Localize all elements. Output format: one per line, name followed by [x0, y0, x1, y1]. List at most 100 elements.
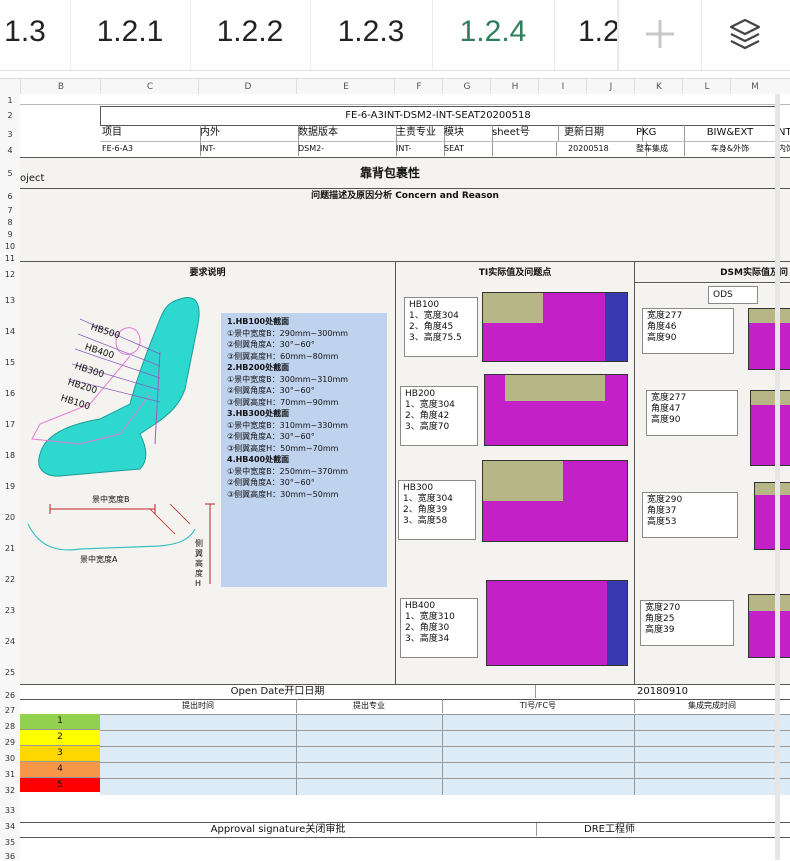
header-sheet[interactable]: sheet号 — [490, 125, 559, 141]
row-number[interactable]: 8 — [0, 218, 20, 227]
header-pkg[interactable]: PKG — [634, 125, 685, 141]
tab-1-2-1[interactable]: 1.2.1 — [70, 0, 191, 70]
row-number[interactable]: 20 — [0, 513, 20, 522]
value-biw-ext[interactable]: 车身&外饰 — [682, 142, 779, 156]
col-header[interactable]: H — [490, 79, 539, 95]
value-module[interactable]: SEAT — [442, 142, 493, 156]
row-number[interactable]: 5 — [0, 169, 20, 178]
header-inout[interactable]: 内外 — [198, 125, 299, 141]
level-cell-5[interactable]: 5 — [20, 778, 100, 792]
row-number[interactable]: 25 — [0, 668, 20, 677]
header-update-date[interactable]: 更新日期 — [556, 125, 643, 141]
doc-code[interactable]: FE-6-A3INT-DSM2-INT-SEAT20200518 — [100, 106, 776, 126]
tab-1-2-partial[interactable]: 1.2 — [554, 0, 618, 70]
row-number[interactable]: 9 — [0, 230, 20, 239]
tracking-table-body[interactable] — [100, 714, 790, 795]
row-number[interactable]: 22 — [0, 575, 20, 584]
dsm-box-2[interactable]: 宽度277 角度47 高度90 — [646, 390, 738, 436]
row-number[interactable]: 21 — [0, 544, 20, 553]
row-number[interactable]: 4 — [0, 146, 20, 155]
value-project[interactable]: FE-6-A3 — [100, 142, 201, 156]
ti-box-hb200[interactable]: HB200 1、宽度304 2、角度42 3、高度70 — [400, 386, 478, 446]
row-number[interactable]: 35 — [0, 838, 20, 847]
col-ti[interactable]: TI实际值及问题点 — [396, 261, 635, 285]
tab-1-3[interactable]: 1.3 — [0, 0, 71, 70]
col-header[interactable]: B — [20, 79, 101, 95]
table-header[interactable]: TI号/FC号 — [442, 699, 635, 713]
row-number[interactable]: 28 — [0, 722, 20, 731]
spreadsheet-grid[interactable]: FE-6-A3INT-DSM2-INT-SEAT20200518 项目 内外 数… — [20, 94, 790, 860]
row-number[interactable]: 19 — [0, 482, 20, 491]
header-module[interactable]: 模块 — [442, 125, 493, 141]
row-number[interactable]: 27 — [0, 706, 20, 715]
col-header[interactable]: K — [634, 79, 683, 95]
row-number[interactable]: 1 — [0, 96, 20, 105]
col-header[interactable]: E — [296, 79, 395, 95]
select-all-corner[interactable] — [0, 79, 20, 95]
row-number[interactable]: 6 — [0, 192, 20, 201]
requirements-box[interactable]: 1.HB100处截面 ①景中宽度B：290mm~300mm ②侧翼角度A：30°… — [221, 313, 387, 587]
value-inout[interactable]: INT- — [198, 142, 299, 156]
tab-1-2-2[interactable]: 1.2.2 — [190, 0, 311, 70]
table-header[interactable]: 提出专业 — [296, 699, 443, 713]
row-number[interactable]: 14 — [0, 327, 20, 336]
level-cell-1[interactable]: 1 — [20, 714, 100, 730]
dsm-box-3[interactable]: 宽度290 角度37 高度53 — [642, 492, 738, 538]
row-number[interactable]: 23 — [0, 606, 20, 615]
row-number[interactable]: 32 — [0, 786, 20, 795]
open-date-value[interactable]: 20180910 — [535, 685, 790, 698]
col-header[interactable]: M — [730, 79, 779, 95]
row-number[interactable]: 2 — [0, 111, 20, 120]
header-project[interactable]: 项目 — [100, 125, 201, 141]
open-date-label[interactable]: Open Date开口日期 — [20, 685, 536, 698]
col-header[interactable]: G — [442, 79, 491, 95]
row-number[interactable]: 15 — [0, 358, 20, 367]
col-header[interactable]: F — [394, 79, 443, 95]
approval-engineer[interactable]: DRE工程师 — [536, 823, 790, 836]
col-header[interactable]: C — [100, 79, 199, 95]
col-header[interactable]: D — [198, 79, 297, 95]
row-number[interactable]: 18 — [0, 451, 20, 460]
vertical-scrollbar[interactable] — [775, 94, 780, 860]
row-number[interactable]: 11 — [0, 254, 20, 263]
table-header[interactable]: 集成完成时间 — [634, 699, 790, 713]
row-number[interactable]: 7 — [0, 206, 20, 215]
header-biw-ext[interactable]: BIW&EXT — [682, 125, 779, 141]
col-requirements[interactable]: 要求说明 — [20, 261, 396, 285]
value-major[interactable]: INT- — [394, 142, 445, 156]
row-number[interactable]: 30 — [0, 754, 20, 763]
col-header[interactable]: L — [682, 79, 731, 95]
project-label[interactable]: oject — [20, 157, 101, 188]
dsm-box-4[interactable]: 宽度270 角度25 高度39 — [640, 600, 734, 646]
row-number[interactable]: 17 — [0, 420, 20, 429]
row-number[interactable]: 33 — [0, 806, 20, 815]
approval-label[interactable]: Approval signature关闭审批 — [20, 823, 537, 836]
sheet-title[interactable]: 靠背包裹性 — [100, 157, 681, 188]
row-number[interactable]: 13 — [0, 296, 20, 305]
col-header[interactable]: I — [538, 79, 587, 95]
row-number[interactable]: 29 — [0, 738, 20, 747]
col-header[interactable]: J — [586, 79, 635, 95]
header-data-version[interactable]: 数据版本 — [296, 125, 397, 141]
row-number[interactable]: 31 — [0, 770, 20, 779]
level-cell-3[interactable]: 3 — [20, 746, 100, 762]
table-header[interactable]: 提出时间 — [100, 699, 297, 713]
add-sheet-button[interactable] — [618, 0, 702, 70]
value-pkg[interactable]: 整车集成 — [634, 142, 685, 156]
title-side-cell[interactable] — [680, 157, 790, 188]
ti-box-hb100[interactable]: HB100 1、宽度304 2、角度45 3、高度75.5 — [404, 297, 478, 357]
ti-box-hb300[interactable]: HB300 1、宽度304 2、角度39 3、高度58 — [398, 480, 476, 540]
row-number[interactable]: 3 — [0, 130, 20, 139]
row-number[interactable]: 16 — [0, 389, 20, 398]
tab-1-2-3[interactable]: 1.2.3 — [310, 0, 433, 70]
row-number[interactable]: 10 — [0, 242, 20, 251]
concern-area[interactable] — [20, 203, 790, 261]
header-major[interactable]: 主责专业 — [394, 125, 445, 141]
row-number[interactable]: 26 — [0, 691, 20, 700]
level-cell-4[interactable]: 4 — [20, 762, 100, 778]
value-data-version[interactable]: DSM2- — [296, 142, 397, 156]
ti-box-hb400[interactable]: HB400 1、宽度310 2、角度30 3、高度34 — [400, 598, 478, 658]
row-number[interactable]: 24 — [0, 637, 20, 646]
col-dsm[interactable]: DSM实际值及问 — [635, 261, 790, 283]
row-number[interactable]: 12 — [0, 270, 20, 279]
